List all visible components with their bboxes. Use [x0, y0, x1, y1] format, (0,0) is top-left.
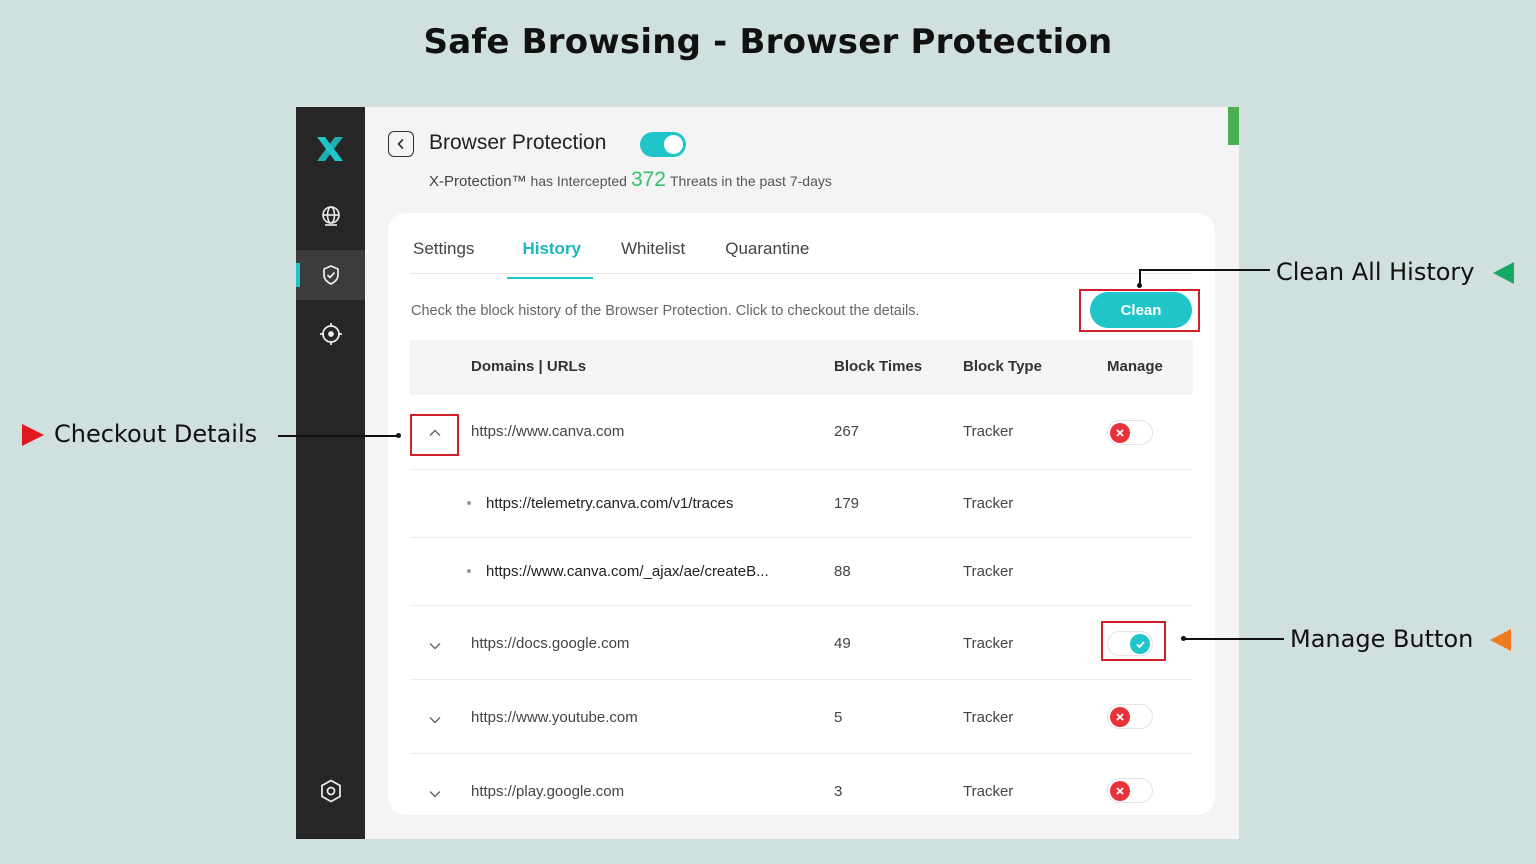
page-title: Browser Protection: [429, 131, 607, 154]
sidebar-item-web[interactable]: [296, 191, 365, 241]
shield-check-icon: [322, 265, 339, 285]
col-manage: Manage: [1107, 358, 1163, 375]
row-url: https://docs.google.com: [471, 635, 630, 652]
brand-name: X-Protection™: [429, 173, 527, 190]
tab-history[interactable]: History: [507, 237, 593, 279]
app-window: Browser Protection X-Protection™ has Int…: [296, 107, 1239, 839]
table-row[interactable]: https://www.canva.com 267 Tracker: [410, 395, 1193, 470]
manage-toggle[interactable]: [1107, 420, 1153, 445]
x-icon: [1116, 787, 1124, 795]
tab-divider: [410, 273, 1193, 274]
triangle-left-icon: [1490, 629, 1511, 651]
history-description: Check the block history of the Browser P…: [411, 303, 920, 319]
highlight-expand: [410, 414, 459, 456]
row-block-times: 179: [834, 495, 860, 512]
annotation-manage: Manage Button: [1290, 625, 1474, 653]
callout-dot: [1137, 283, 1142, 288]
sidebar-item-protection[interactable]: [296, 250, 365, 300]
row-block-times: 49: [834, 635, 851, 652]
row-block-times: 3: [834, 783, 843, 800]
sidebar-item-scan[interactable]: [296, 309, 365, 359]
chevron-down-icon[interactable]: [427, 786, 443, 802]
row-url: https://www.canva.com: [471, 423, 625, 440]
tab-quarantine[interactable]: Quarantine: [722, 237, 812, 277]
row-url: https://www.youtube.com: [471, 709, 638, 726]
sidebar: [296, 107, 365, 839]
chevron-left-icon: [397, 138, 404, 150]
annotation-checkout: Checkout Details: [54, 420, 258, 448]
row-block-type: Tracker: [963, 635, 1014, 652]
sidebar-item-settings[interactable]: [296, 766, 365, 816]
row-url: https://play.google.com: [471, 783, 625, 800]
threat-count: 372: [630, 168, 666, 191]
chevron-down-icon[interactable]: [427, 712, 443, 728]
x-icon: [1116, 713, 1124, 721]
col-domains: Domains | URLs: [471, 358, 587, 375]
summary-text: has Intercepted: [530, 173, 627, 189]
annotation-clean-all: Clean All History: [1276, 258, 1475, 286]
table-row[interactable]: https://play.google.com 3 Tracker: [410, 754, 1193, 815]
tab-settings[interactable]: Settings: [410, 237, 477, 277]
back-button[interactable]: [388, 131, 414, 157]
table-row[interactable]: https://www.youtube.com 5 Tracker: [410, 680, 1193, 754]
x-logo-icon: [312, 133, 348, 165]
tab-whitelist[interactable]: Whitelist: [618, 237, 688, 277]
manage-toggle[interactable]: [1107, 778, 1153, 803]
col-block-type: Block Type: [963, 358, 1042, 375]
row-url: https://www.canva.com/_ajax/ae/createB..…: [486, 563, 769, 580]
chevron-down-icon[interactable]: [427, 638, 443, 654]
table-row-sub[interactable]: https://www.canva.com/_ajax/ae/createB..…: [410, 538, 1193, 606]
slide-title: Safe Browsing - Browser Protection: [423, 22, 1113, 62]
row-block-type: Tracker: [963, 709, 1014, 726]
row-block-times: 88: [834, 563, 851, 580]
triangle-right-icon: [22, 424, 44, 446]
col-block-times: Block Times: [834, 358, 923, 375]
row-block-type: Tracker: [963, 783, 1014, 800]
protection-toggle[interactable]: [640, 132, 686, 157]
x-icon: [1116, 429, 1124, 437]
tab-bar: Settings History Whitelist Quarantine: [410, 237, 846, 279]
row-block-type: Tracker: [963, 495, 1014, 512]
manage-toggle[interactable]: [1107, 704, 1153, 729]
triangle-left-icon: [1493, 262, 1514, 284]
highlight-manage: [1101, 621, 1166, 661]
row-block-times: 267: [834, 423, 860, 440]
table-row-sub[interactable]: https://telemetry.canva.com/v1/traces 17…: [410, 470, 1193, 538]
callout-line: [1184, 638, 1284, 640]
row-url: https://telemetry.canva.com/v1/traces: [486, 495, 734, 512]
callout-line: [1140, 269, 1270, 271]
table-header: Domains | URLs Block Times Block Type Ma…: [410, 340, 1193, 395]
table-row[interactable]: https://docs.google.com 49 Tracker: [410, 606, 1193, 680]
row-block-type: Tracker: [963, 423, 1014, 440]
summary-text-end: Threats in the past 7-days: [670, 173, 832, 189]
row-block-type: Tracker: [963, 563, 1014, 580]
callout-dot: [396, 433, 401, 438]
row-block-times: 5: [834, 709, 843, 726]
settings-hexagon-icon: [320, 779, 341, 803]
window-edge-handle[interactable]: [1228, 107, 1239, 145]
globe-icon: [321, 206, 340, 226]
crosshair-icon: [319, 323, 342, 345]
threat-summary: X-Protection™ has Intercepted 372 Threat…: [429, 168, 832, 192]
highlight-clean: [1079, 289, 1200, 332]
callout-line: [278, 435, 398, 437]
